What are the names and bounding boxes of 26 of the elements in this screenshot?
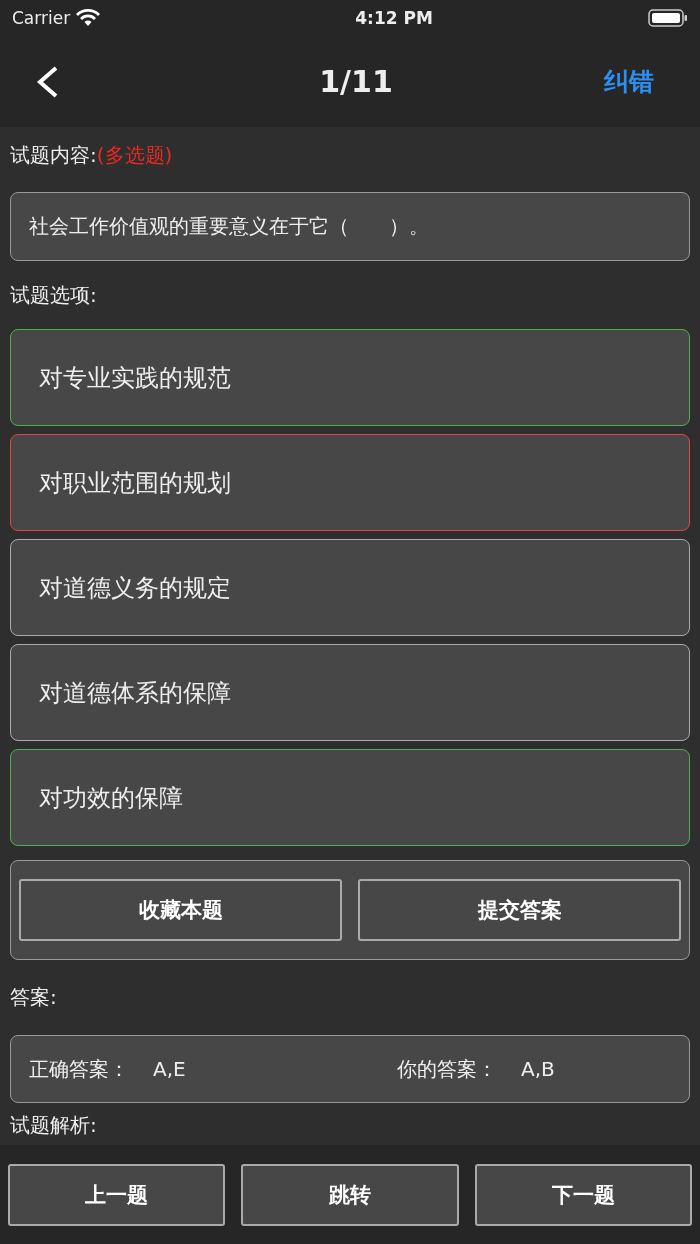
section-label: 试题选项: [10,281,97,309]
action-button[interactable]: 提交答案 [358,879,681,942]
nav-button[interactable]: 上一题 [8,1163,226,1226]
option-item[interactable]: 对道德义务的规定 [10,539,690,637]
correct-answer-label: 正确答案： [29,1055,130,1083]
your-answer-label: 你的答案： [397,1055,498,1083]
wifi-icon [76,9,101,27]
option-item[interactable]: 对功效的保障 [10,749,690,847]
question-text: 社会工作价值观的重要意义在于它（ ）。 [29,213,429,241]
nav-button[interactable]: 下一题 [474,1163,692,1226]
your-answer: A,B [521,1057,555,1082]
option-item[interactable]: 对道德体系的保障 [10,644,690,742]
page-title: 1/11 [319,64,393,100]
report-error-button[interactable]: 纠错 [604,65,654,99]
nav-button[interactable]: 跳转 [241,1163,459,1226]
carrier-name: Carrier [12,8,71,28]
clock-time: 4:12 PM [355,8,433,28]
section-label: 试题内容: [10,141,97,169]
action-button[interactable]: 收藏本题 [19,879,342,942]
option-item[interactable]: 对职业范围的规划 [10,434,690,532]
option-item[interactable]: 对专业实践的规范 [10,329,690,427]
battery-icon [648,8,688,28]
section-label: 试题解析: [10,1111,97,1139]
question-type: (多选题) [96,141,173,169]
correct-answer: A,E [153,1057,187,1082]
section-label: 答案: [10,984,57,1012]
